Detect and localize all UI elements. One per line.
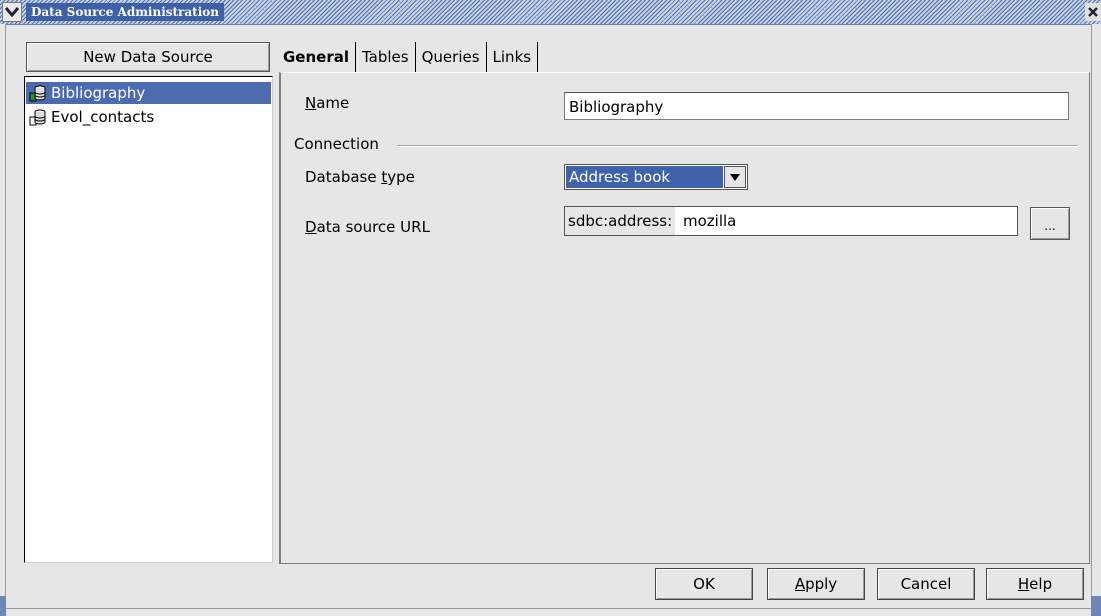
name-label-rest: ame bbox=[316, 94, 350, 112]
resize-corner-left[interactable] bbox=[0, 596, 6, 616]
ok-button[interactable]: OK bbox=[655, 568, 753, 600]
tab-queries-label: Queries bbox=[421, 48, 480, 66]
help-button-label: Help bbox=[1018, 575, 1052, 593]
data-source-url-input[interactable]: sdbc:address: mozilla bbox=[564, 206, 1018, 236]
database-type-value: Address book bbox=[566, 166, 723, 188]
tab-queries[interactable]: Queries bbox=[416, 42, 487, 72]
database-type-label-pre: Database bbox=[305, 168, 382, 186]
apply-mnemonic: A bbox=[794, 575, 806, 593]
tab-tables-label: Tables bbox=[362, 48, 409, 66]
tab-bar: General Tables Queries Links bbox=[280, 42, 539, 72]
chevron-down-icon[interactable] bbox=[724, 166, 746, 188]
url-prefix: sdbc:address: bbox=[565, 207, 676, 235]
tab-general-label: General bbox=[283, 48, 349, 66]
name-input[interactable]: Bibliography bbox=[564, 92, 1069, 120]
data-source-url-label-mnemonic: D bbox=[305, 218, 317, 236]
name-label: Name bbox=[305, 94, 349, 112]
tab-tables[interactable]: Tables bbox=[356, 42, 416, 72]
title-bar[interactable]: Data Source Administration bbox=[0, 0, 1101, 25]
database-type-label: Database type bbox=[305, 168, 415, 186]
browse-button[interactable]: ... bbox=[1030, 207, 1070, 240]
window-title: Data Source Administration bbox=[26, 3, 224, 21]
window-menu-icon[interactable] bbox=[2, 2, 22, 22]
cancel-button[interactable]: Cancel bbox=[877, 568, 975, 600]
apply-button-label: Apply bbox=[795, 575, 837, 593]
list-item-label: Bibliography bbox=[51, 84, 146, 102]
connection-divider bbox=[397, 145, 1078, 147]
name-label-mnemonic: N bbox=[305, 94, 317, 112]
window-border-right bbox=[1091, 24, 1101, 616]
window-border-left bbox=[0, 24, 6, 616]
url-value: mozilla bbox=[683, 212, 737, 230]
database-type-label-post: ype bbox=[387, 168, 415, 186]
list-item-bibliography[interactable]: Bibliography bbox=[26, 82, 271, 104]
database-icon bbox=[29, 109, 46, 126]
data-source-list[interactable]: Bibliography Evol_contacts bbox=[24, 76, 273, 563]
list-item-evol-contacts[interactable]: Evol_contacts bbox=[26, 106, 271, 128]
new-data-source-label: New Data Source bbox=[83, 48, 213, 66]
close-icon[interactable] bbox=[1085, 3, 1101, 21]
database-type-select[interactable]: Address book bbox=[564, 164, 748, 190]
apply-rest: pply bbox=[805, 575, 838, 593]
apply-button[interactable]: Apply bbox=[767, 568, 865, 600]
tab-general[interactable]: General bbox=[280, 42, 356, 72]
new-data-source-button[interactable]: New Data Source bbox=[26, 42, 270, 72]
tab-links[interactable]: Links bbox=[487, 42, 539, 72]
connection-group-label: Connection bbox=[294, 135, 379, 153]
ok-button-label: OK bbox=[693, 575, 715, 593]
database-icon bbox=[29, 85, 46, 102]
dialog-window: Data Source Administration New Data Sour… bbox=[0, 0, 1101, 616]
window-border-bottom bbox=[0, 608, 1101, 616]
help-rest: elp bbox=[1029, 575, 1053, 593]
list-item-label: Evol_contacts bbox=[51, 108, 155, 126]
tab-links-label: Links bbox=[492, 48, 532, 66]
data-source-url-label: Data source URL bbox=[305, 218, 430, 236]
data-source-url-label-rest: ata source URL bbox=[316, 218, 430, 236]
browse-button-label: ... bbox=[1044, 219, 1056, 233]
resize-corner-right[interactable] bbox=[1091, 596, 1101, 616]
cancel-button-label: Cancel bbox=[900, 575, 952, 593]
help-mnemonic: H bbox=[1017, 575, 1030, 593]
help-button[interactable]: Help bbox=[986, 568, 1084, 600]
